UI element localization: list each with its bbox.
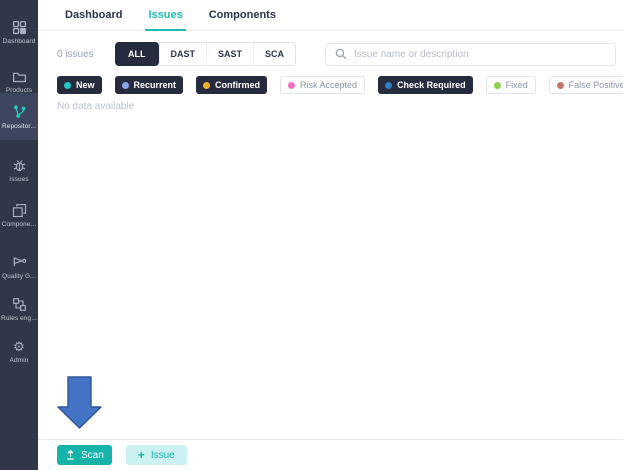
issue-button-label: Issue [151, 450, 175, 461]
upload-icon [65, 449, 76, 461]
issue-count: 0 issues [57, 49, 115, 60]
tab-components[interactable]: Components [206, 0, 279, 31]
filter-chip-label: Confirmed [215, 80, 260, 90]
segment-all[interactable]: ALL [115, 42, 159, 66]
filter-chip-label: False Positive [569, 80, 623, 90]
sidebar-item-repositories[interactable]: Repositor... [0, 93, 38, 140]
status-dot [64, 82, 71, 89]
filter-chip-label: Check Required [397, 80, 466, 90]
filter-chip-risk-accepted[interactable]: Risk Accepted [280, 76, 365, 94]
segment-sast[interactable]: SAST [206, 43, 253, 65]
plus-icon: + [138, 450, 145, 460]
status-dot [557, 82, 564, 89]
scan-button[interactable]: Scan [57, 445, 112, 465]
sidebar-item-components[interactable]: Compone... [0, 193, 38, 237]
status-dot [494, 82, 501, 89]
action-bar: Scan + Issue [38, 439, 623, 470]
sidebar-item-dashboard[interactable]: Dashboard [0, 10, 38, 54]
sidebar-item-label: Quality G... [2, 273, 36, 280]
filter-chip-new[interactable]: New [57, 76, 102, 94]
sidebar-item-rules-engine[interactable]: Rules eng... [0, 287, 38, 331]
sidebar-item-label: Repositor... [2, 123, 36, 130]
app-window: Dashboard Products Repositor... [0, 0, 623, 470]
folder-icon [11, 68, 27, 84]
sidebar-item-quality-gates[interactable]: Quality G... [0, 245, 38, 289]
sidebar-item-label: Issues [9, 176, 28, 183]
sidebar-item-label: Dashboard [3, 38, 36, 45]
dashboard-icon [11, 19, 27, 35]
search-icon [335, 48, 347, 60]
segment-sca[interactable]: SCA [253, 43, 295, 65]
add-issue-button[interactable]: + Issue [126, 445, 187, 465]
sidebar-item-admin[interactable]: ⚙ Admin [0, 329, 38, 373]
status-filter-row: New Recurrent Confirmed Risk Accepted Ch… [57, 76, 623, 94]
scan-type-segmented-control: ALL DAST SAST SCA [115, 42, 296, 66]
filter-chip-label: Risk Accepted [300, 80, 357, 90]
search-input[interactable] [354, 49, 606, 60]
filter-chip-confirmed[interactable]: Confirmed [196, 76, 267, 94]
status-dot [122, 82, 129, 89]
filter-chip-label: Recurrent [134, 80, 177, 90]
filter-chip-label: Fixed [506, 80, 528, 90]
tab-dashboard[interactable]: Dashboard [62, 0, 125, 31]
issues-toolbar: 0 issues ALL DAST SAST SCA [57, 42, 616, 66]
filter-chip-check-required[interactable]: Check Required [378, 76, 473, 94]
segment-dast[interactable]: DAST [159, 43, 207, 65]
status-dot [288, 82, 295, 89]
sidebar-item-issues[interactable]: Issues [0, 148, 38, 192]
empty-state-message: No data available [57, 101, 623, 112]
sidebar-item-label: Admin [10, 357, 29, 364]
tab-bar: Dashboard Issues Components [38, 0, 623, 31]
annotation-arrow-down [57, 376, 103, 430]
quality-gate-icon [11, 254, 27, 270]
tab-issues[interactable]: Issues [145, 0, 185, 31]
bug-icon [11, 157, 27, 173]
sidebar-item-label: Compone... [2, 221, 37, 228]
status-dot [203, 82, 210, 89]
main-content: Dashboard Issues Components 0 issues ALL… [38, 0, 623, 470]
filter-chip-false-positive[interactable]: False Positive [549, 76, 623, 94]
rules-engine-icon [11, 296, 27, 312]
search-box[interactable] [325, 43, 616, 66]
gear-icon: ⚙ [11, 338, 27, 354]
components-icon [11, 202, 27, 218]
filter-chip-label: New [76, 80, 95, 90]
scan-button-label: Scan [81, 450, 104, 461]
filter-chip-recurrent[interactable]: Recurrent [115, 76, 184, 94]
sidebar: Dashboard Products Repositor... [0, 0, 38, 470]
filter-chip-fixed[interactable]: Fixed [486, 76, 536, 94]
sidebar-item-label: Rules eng... [1, 315, 37, 322]
status-dot [385, 82, 392, 89]
git-branch-icon [11, 104, 27, 120]
